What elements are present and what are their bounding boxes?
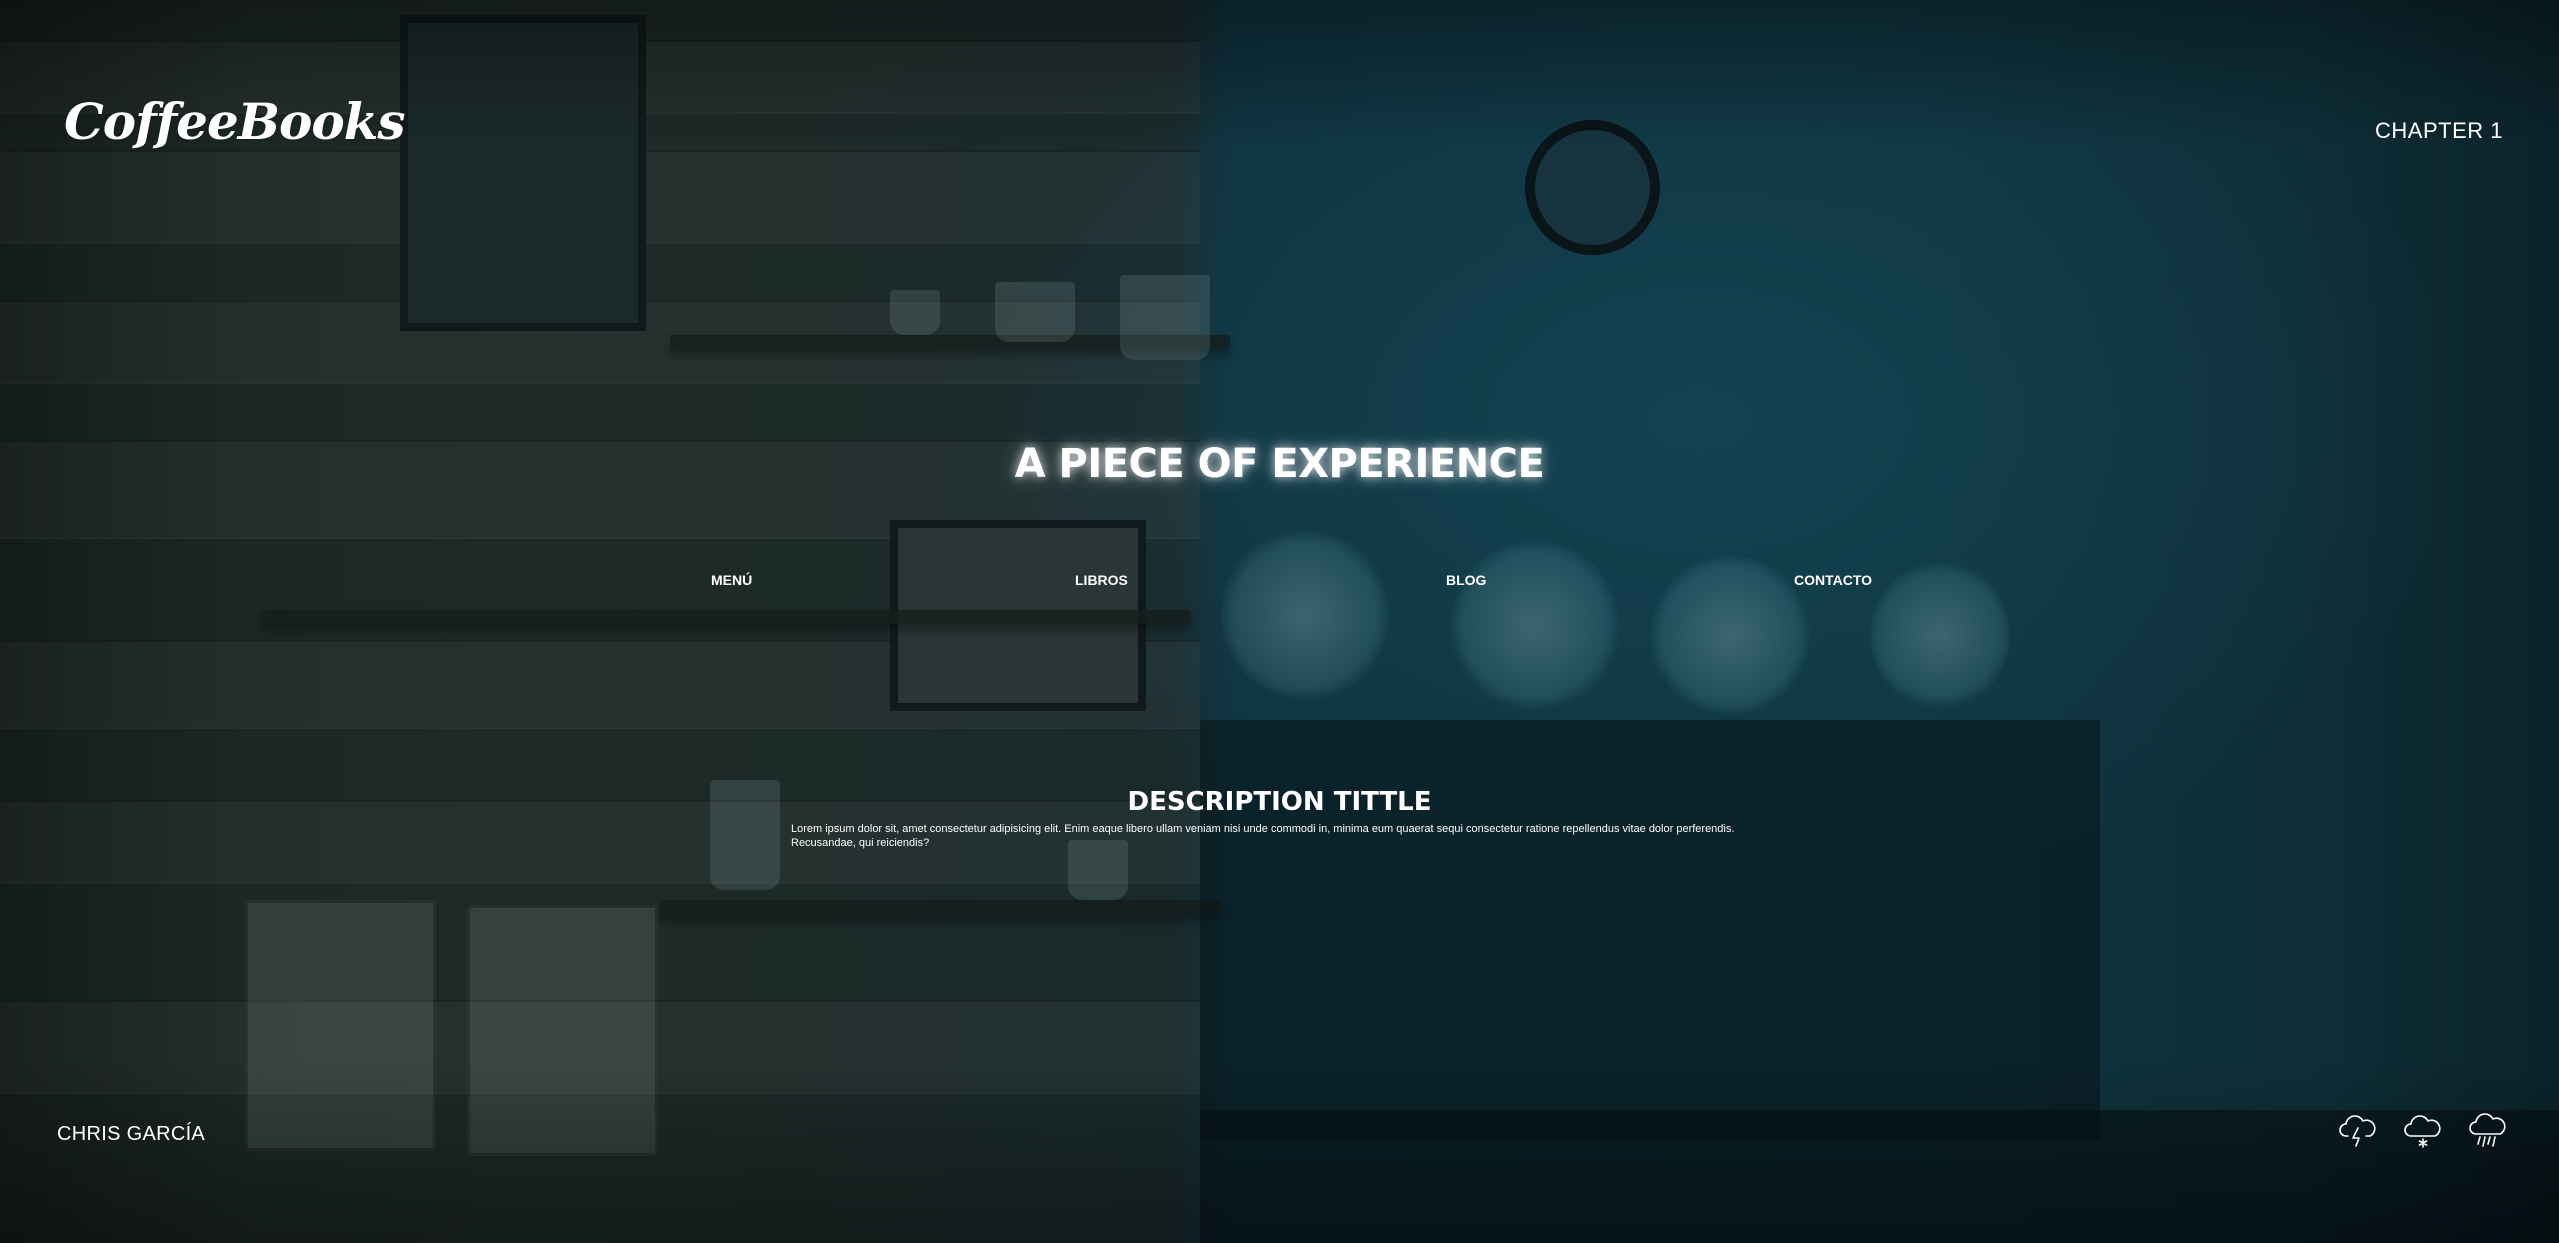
description-body: Lorem ipsum dolor sit, amet consectetur … [791, 822, 1781, 850]
cloud-snow-icon[interactable] [2403, 1112, 2443, 1148]
description-line-1: Lorem ipsum dolor sit, amet consectetur … [791, 823, 1735, 835]
nav-item-libros[interactable]: LIBROS [1075, 572, 1128, 588]
author-name: CHRIS GARCÍA [57, 1123, 206, 1145]
landing-page: CoffeeBooks CHAPTER 1 A PIECE OF EXPERIE… [0, 0, 2559, 1243]
cloud-lightning-icon[interactable] [2338, 1112, 2378, 1148]
cloud-rain-icon[interactable] [2468, 1112, 2508, 1148]
description-title: DESCRIPTION TITTLE [1127, 787, 1432, 817]
chapter-label: CHAPTER 1 [2375, 118, 2503, 143]
nav-item-blog[interactable]: BLOG [1446, 572, 1486, 588]
background-cafe-scene [0, 0, 2559, 1243]
nav-item-menu[interactable]: MENÚ [711, 572, 752, 588]
brand-logo[interactable]: CoffeeBooks [64, 92, 406, 151]
description-line-2: Recusandae, qui reiciendis? [791, 837, 930, 849]
hero-title: A PIECE OF EXPERIENCE [1014, 441, 1545, 487]
nav-item-contacto[interactable]: CONTACTO [1794, 572, 1872, 588]
